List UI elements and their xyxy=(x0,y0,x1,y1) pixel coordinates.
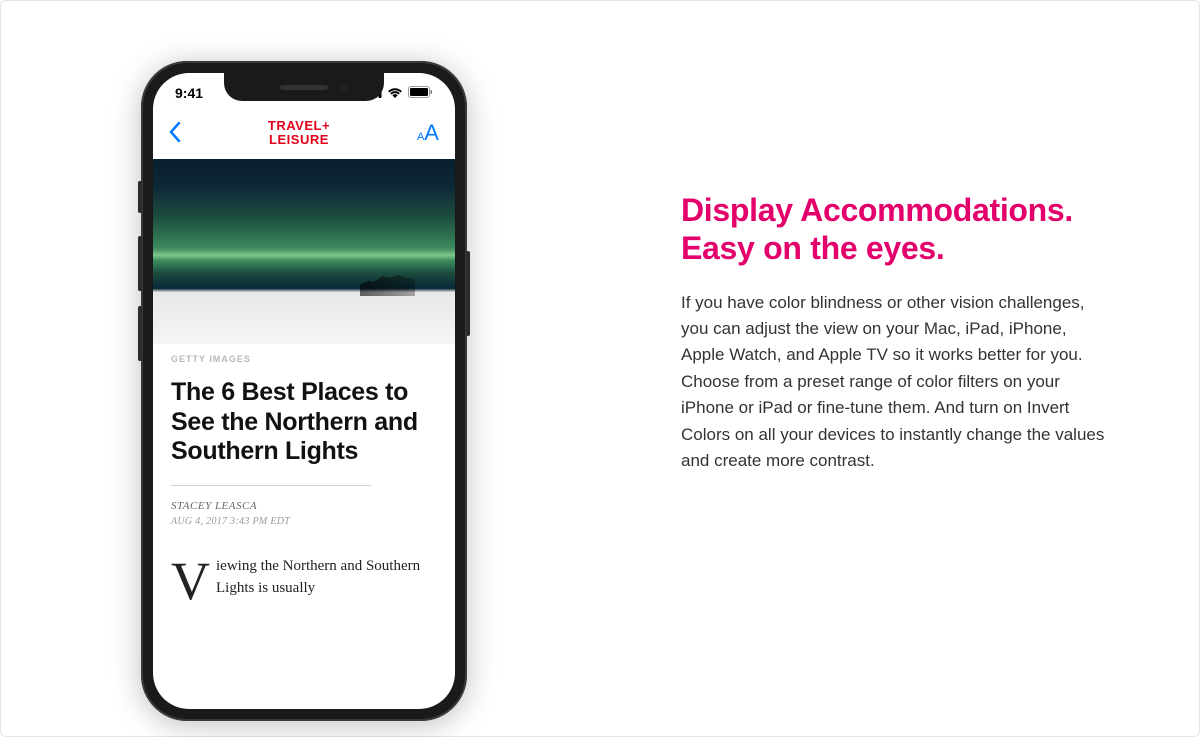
article-author: STACEY LEASCA xyxy=(171,500,437,512)
feature-title-line1: Display Accommodations. xyxy=(681,192,1073,228)
article-text: Viewing the Northern and Southern Lights… xyxy=(171,555,437,600)
mute-switch xyxy=(138,181,142,213)
article-body-text: iewing the Northern and Southern Lights … xyxy=(216,558,420,597)
phone-notch xyxy=(224,73,384,101)
volume-down-button xyxy=(138,306,142,361)
speaker-grill xyxy=(280,85,328,90)
phone-screen: 9:41 xyxy=(153,73,455,709)
feature-description: Display Accommodations. Easy on the eyes… xyxy=(481,61,1109,474)
feature-body: If you have color blindness or other vis… xyxy=(681,290,1109,474)
brand-logo: TRAVEL+ LEISURE xyxy=(268,119,330,146)
side-button xyxy=(466,251,470,336)
large-a-icon: A xyxy=(424,120,439,145)
article-headline: The 6 Best Places to See the Northern an… xyxy=(171,378,437,467)
phone-mockup: 9:41 xyxy=(141,61,481,721)
battery-icon xyxy=(408,85,433,101)
text-size-button[interactable]: AA xyxy=(417,120,439,146)
article-date: AUG 4, 2017 3:43 PM EDT xyxy=(171,516,437,527)
back-button[interactable] xyxy=(169,120,181,146)
image-structure xyxy=(360,268,415,296)
feature-title: Display Accommodations. Easy on the eyes… xyxy=(681,191,1109,268)
article-body: GETTY IMAGES The 6 Best Places to See th… xyxy=(153,344,455,600)
page-container: 9:41 xyxy=(1,1,1199,736)
brand-line2: LEISURE xyxy=(268,133,330,147)
brand-line1: TRAVEL+ xyxy=(268,119,330,133)
app-nav-bar: TRAVEL+ LEISURE AA xyxy=(153,113,455,159)
feature-title-line2: Easy on the eyes. xyxy=(681,230,944,266)
status-time: 9:41 xyxy=(175,85,203,101)
drop-cap: V xyxy=(171,555,216,605)
wifi-icon xyxy=(387,85,403,101)
divider xyxy=(171,485,371,486)
phone-frame: 9:41 xyxy=(141,61,467,721)
volume-up-button xyxy=(138,236,142,291)
image-credit: GETTY IMAGES xyxy=(171,354,437,364)
article-hero-image xyxy=(153,159,455,344)
front-camera xyxy=(340,83,348,91)
